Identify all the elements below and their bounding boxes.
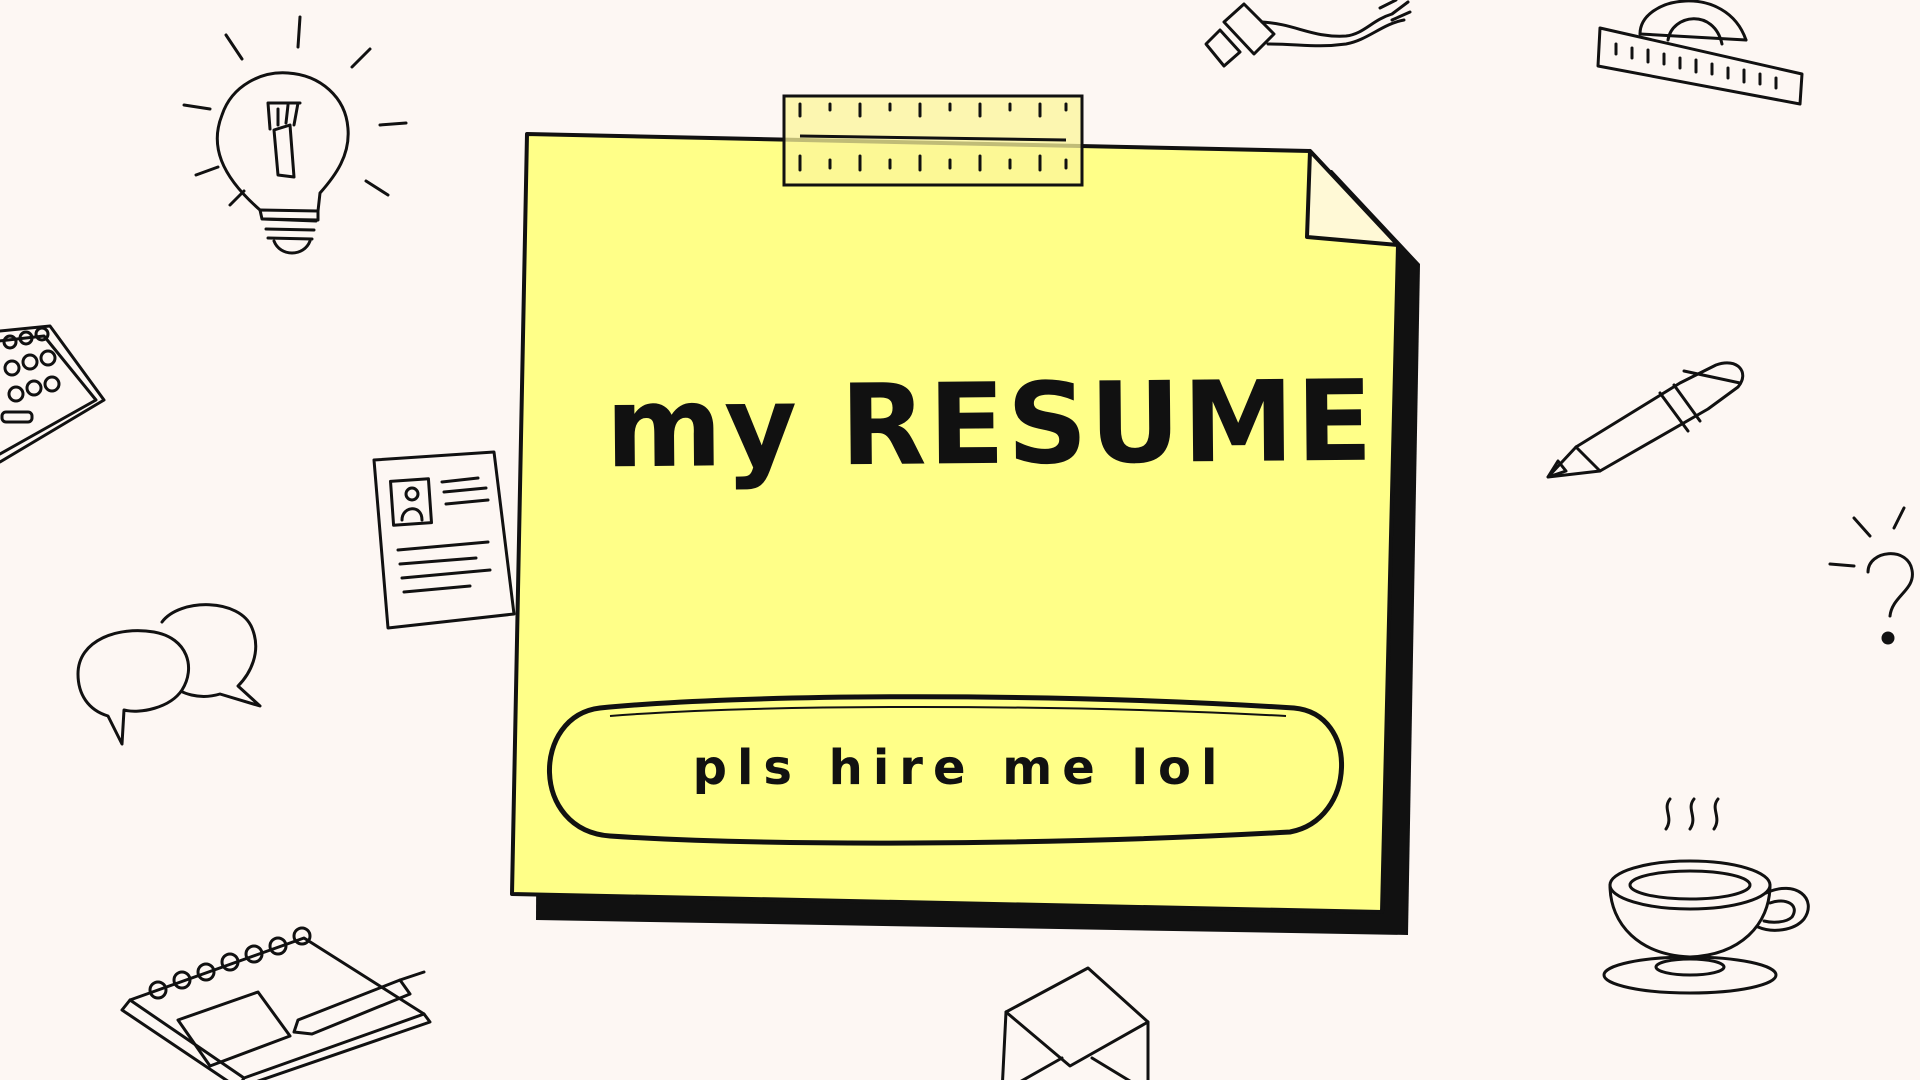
washi-tape [782,94,1084,187]
page-title: my RESUME [604,356,1376,494]
pen-icon [1546,361,1745,479]
resume-card-icon [372,450,516,630]
folded-corner [1305,149,1400,247]
sticky-note-shadow [536,160,1420,935]
protractor-ruler-icon [1596,0,1804,106]
coffee-cup-icon [1602,797,1810,995]
speech-bubbles-icon [76,603,262,746]
tagline-text: pls hire me lol [692,740,1228,796]
envelope-icon [1001,966,1150,1080]
glue-tube-icon [1204,0,1412,68]
lightbulb-icon [182,15,408,255]
notebook-pencil-icon [120,926,432,1080]
keyboard-icon [0,324,106,464]
resume-cover-slide: my RESUME pls hire me lol [0,0,1920,1080]
question-mark-icon [1828,506,1914,645]
